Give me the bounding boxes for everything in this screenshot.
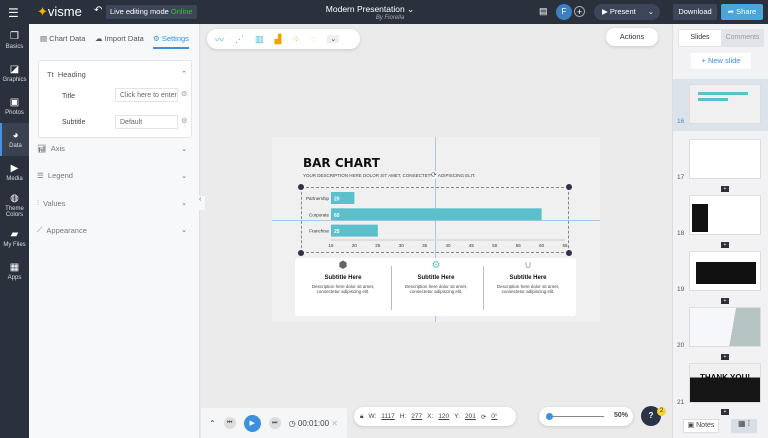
x-tick-label: 60 (539, 243, 545, 248)
slide-thumbnail-16[interactable] (689, 84, 761, 124)
x-tick-label: 45 (469, 243, 475, 248)
add-slide-icon[interactable]: + (721, 409, 729, 415)
zoom-control: 50% (539, 407, 633, 426)
box-icon: ⬢ (338, 260, 348, 271)
card[interactable]: ∪ Subtitle Here Description here dolor sit… (482, 260, 574, 294)
slide-number: 20 (677, 342, 685, 349)
zoom-slider[interactable] (549, 416, 604, 417)
width-field[interactable]: 1117 (381, 413, 395, 420)
slides-panel: Slides Comments + New slide 16 17 + 18 +… (672, 24, 768, 438)
slides-tabs: Slides Comments (678, 29, 764, 47)
slide-thumbnail-21[interactable]: THANK YOU! (689, 363, 761, 403)
magnet-icon: ∪ (524, 260, 532, 271)
height-field[interactable]: 277 (411, 413, 422, 420)
rotate-icon: ⟳ (480, 413, 487, 421)
y-field[interactable]: 201 (465, 413, 476, 420)
add-slide-icon[interactable]: + (721, 354, 729, 360)
slide-number: 16 (677, 118, 685, 125)
zoom-level: 50% (614, 412, 629, 419)
tab-slides[interactable]: Slides (679, 30, 721, 46)
add-slide-icon[interactable]: + (721, 186, 729, 192)
bar (331, 208, 542, 221)
next-icon[interactable]: ⏭ (268, 417, 281, 429)
category-label: Partnership (306, 196, 330, 201)
tab-comments[interactable]: Comments (722, 30, 763, 46)
x-field[interactable]: 120 (438, 413, 449, 420)
previous-icon[interactable]: ⏮ (223, 417, 236, 429)
help-badge: 2 (657, 407, 666, 416)
slide-number: 21 (677, 399, 685, 406)
timer[interactable]: ◷ 00:01:00 ✕ (289, 419, 338, 428)
new-slide-button[interactable]: + New slide (691, 53, 751, 69)
x-tick-label: 25 (375, 243, 381, 248)
play-button[interactable]: ▶ (243, 414, 261, 432)
card[interactable]: ⬢ Subtitle Here Description here dolor sit… (297, 260, 389, 294)
bar-value-label: 20 (334, 197, 340, 203)
x-axis-line (331, 239, 565, 241)
category-label: Corporate (309, 212, 330, 217)
card[interactable]: ⚙ Subtitle Here Description here dolor sit… (390, 260, 482, 294)
view-toggle[interactable]: ▦ ⁞ (731, 419, 757, 433)
slide-number: 17 (677, 174, 685, 181)
bar-value-label: 25 (334, 229, 340, 235)
slide-thumbnail-19[interactable] (689, 251, 761, 291)
add-slide-icon[interactable]: + (721, 298, 729, 304)
x-tick-label: 30 (399, 243, 405, 248)
lock-icon[interactable]: 🔒︎ (360, 413, 363, 421)
gears-icon: ⚙ (431, 260, 441, 271)
slide-thumbnail-17[interactable] (689, 139, 761, 179)
add-slide-icon[interactable]: + (721, 242, 729, 248)
notes-button[interactable]: ▣ Notes (683, 419, 719, 433)
dimensions-bar: 🔒︎ W: 1117 H: 277 X: 120 Y: 201 ⟳ 0° (354, 407, 516, 426)
category-label: Franchise (309, 229, 329, 234)
slide-thumbnail-18[interactable] (689, 195, 761, 235)
bar-chart: 20 Partnership 60 Corporate 25 Franchise 15 20 2… (306, 192, 568, 248)
bar-value-label: 60 (334, 213, 340, 219)
x-tick-label: 35 (422, 243, 428, 248)
zoom-slider-thumb[interactable] (546, 413, 553, 420)
slide-number: 18 (677, 230, 685, 237)
x-tick-label: 20 (352, 243, 358, 248)
x-tick-label: 15 (328, 243, 334, 248)
slide-thumbnail-20[interactable] (689, 307, 761, 347)
x-tick-label: 50 (492, 243, 498, 248)
chevron-up-icon[interactable]: ⌃ (209, 419, 216, 428)
x-tick-label: 65 (562, 243, 568, 248)
x-tick-label: 55 (516, 243, 522, 248)
playback-bar: ⌃ ⏮ ▶ ⏭ ◷ 00:01:00 ✕ (201, 408, 347, 438)
x-tick-label: 40 (445, 243, 451, 248)
slide-number: 19 (677, 286, 685, 293)
rotation-field[interactable]: 0° (491, 413, 497, 420)
